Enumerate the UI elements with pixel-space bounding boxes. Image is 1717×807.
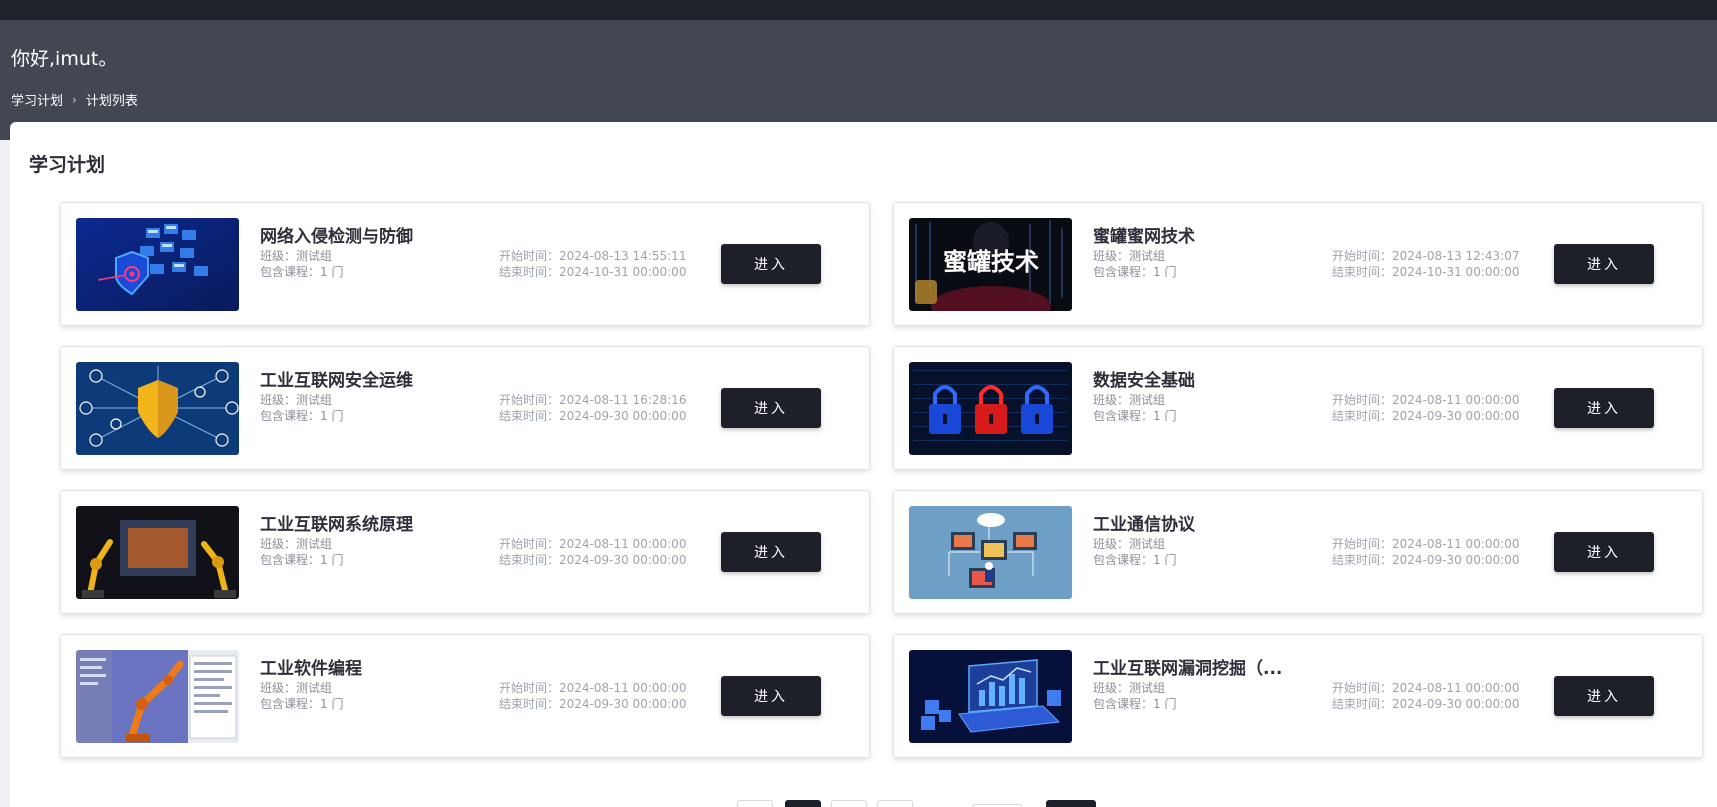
plan-class-course: 班级：测试组 包含课程：1 门 <box>1093 536 1176 568</box>
plan-title: 工业软件编程 <box>260 659 362 679</box>
thumb-caption: 蜜罐技术 <box>943 248 1039 276</box>
plan-start-time: 开始时间：2024-08-13 14:55:11 <box>499 249 687 263</box>
plan-title: 工业互联网安全运维 <box>260 371 413 391</box>
plan-title: 工业互联网系统原理 <box>260 515 413 535</box>
pagination-prev-button[interactable] <box>737 800 773 807</box>
plan-class-course: 班级：测试组 包含课程：1 门 <box>260 392 343 424</box>
enter-button[interactable]: 进入 <box>1554 532 1654 572</box>
honeypot-image: 蜜罐技术 <box>909 218 1072 311</box>
breadcrumb-item-study-plan[interactable]: 学习计划 <box>11 90 63 109</box>
plan-end-time: 结束时间：2024-09-30 00:00:00 <box>499 697 687 711</box>
plan-class-course: 班级：测试组 包含课程：1 门 <box>260 680 343 712</box>
plan-end-time: 结束时间：2024-09-30 00:00:00 <box>499 409 687 423</box>
golden-shield-network-image <box>76 362 239 455</box>
page-title: 学习计划 <box>29 154 106 176</box>
enter-button[interactable]: 进入 <box>1554 244 1654 284</box>
plan-card: 工业互联网系统原理 班级：测试组 包含课程：1 门 开始时间：2024-08-1… <box>60 490 870 614</box>
plan-class: 班级：测试组 <box>1093 537 1166 551</box>
plan-dates: 开始时间：2024-08-11 00:00:00 结束时间：2024-09-30… <box>1332 680 1519 712</box>
laptop-data-image <box>909 650 1072 743</box>
chevron-right-icon: › <box>72 92 77 107</box>
plan-class: 班级：测试组 <box>1093 681 1166 695</box>
plan-class-course: 班级：测试组 包含课程：1 门 <box>260 536 343 568</box>
plan-card: 数据安全基础 班级：测试组 包含课程：1 门 开始时间：2024-08-11 0… <box>893 346 1703 470</box>
plan-dates: 开始时间：2024-08-13 14:55:11 结束时间：2024-10-31… <box>499 248 686 280</box>
plan-class: 班级：测试组 <box>260 537 333 551</box>
shield-server-image <box>76 218 239 311</box>
plan-course-count: 包含课程：1 门 <box>1093 553 1177 567</box>
plan-card: 蜜罐技术 蜜罐蜜网技术 班级：测试组 包含课程：1 门 开始时间：2024-08… <box>893 202 1703 326</box>
plan-class: 班级：测试组 <box>260 249 333 263</box>
greeting-text: 你好,imut。 <box>11 48 118 70</box>
pagination-page[interactable] <box>831 800 867 807</box>
plan-end-time: 结束时间：2024-10-31 00:00:00 <box>1332 265 1520 279</box>
plan-start-time: 开始时间：2024-08-11 00:00:00 <box>499 537 687 551</box>
enter-button[interactable]: 进入 <box>1554 676 1654 716</box>
robot-software-image <box>76 650 239 743</box>
enter-button[interactable]: 进入 <box>721 676 821 716</box>
enter-button[interactable]: 进入 <box>721 532 821 572</box>
plan-class: 班级：测试组 <box>260 681 333 695</box>
plan-start-time: 开始时间：2024-08-13 12:43:07 <box>1332 249 1520 263</box>
breadcrumb: 学习计划 › 计划列表 <box>11 90 138 110</box>
plan-title: 工业通信协议 <box>1093 515 1195 535</box>
padlocks-image <box>909 362 1072 455</box>
plan-class: 班级：测试组 <box>1093 393 1166 407</box>
pagination-go-button[interactable] <box>1046 800 1096 807</box>
plan-class-course: 班级：测试组 包含课程：1 门 <box>1093 392 1176 424</box>
plan-dates: 开始时间：2024-08-13 12:43:07 结束时间：2024-10-31… <box>1332 248 1519 280</box>
robot-arms-image <box>76 506 239 599</box>
plan-title: 工业互联网漏洞挖掘（... <box>1093 659 1283 679</box>
plan-class-course: 班级：测试组 包含课程：1 门 <box>260 248 343 280</box>
plan-class-course: 班级：测试组 包含课程：1 门 <box>1093 248 1176 280</box>
pagination-page-current[interactable] <box>785 800 821 807</box>
plan-card: 工业通信协议 班级：测试组 包含课程：1 门 开始时间：2024-08-11 0… <box>893 490 1703 614</box>
plan-dates: 开始时间：2024-08-11 16:28:16 结束时间：2024-09-30… <box>499 392 686 424</box>
plan-course-count: 包含课程：1 门 <box>260 697 344 711</box>
plan-title: 蜜罐蜜网技术 <box>1093 227 1195 247</box>
network-devices-image <box>909 506 1072 599</box>
plan-card: 工业软件编程 班级：测试组 包含课程：1 门 开始时间：2024-08-11 0… <box>60 634 870 758</box>
plan-start-time: 开始时间：2024-08-11 00:00:00 <box>1332 393 1520 407</box>
plan-end-time: 结束时间：2024-10-31 00:00:00 <box>499 265 687 279</box>
plan-course-count: 包含课程：1 门 <box>1093 265 1177 279</box>
breadcrumb-item-plan-list: 计划列表 <box>85 94 138 109</box>
pagination-next-button[interactable] <box>877 800 913 807</box>
plan-course-count: 包含课程：1 门 <box>260 265 344 279</box>
plan-start-time: 开始时间：2024-08-11 00:00:00 <box>1332 537 1520 551</box>
plan-class: 班级：测试组 <box>1093 249 1166 263</box>
plan-course-count: 包含课程：1 门 <box>260 409 344 423</box>
plan-card: 网络入侵检测与防御 班级：测试组 包含课程：1 门 开始时间：2024-08-1… <box>60 202 870 326</box>
plan-title: 网络入侵检测与防御 <box>260 227 413 247</box>
plan-end-time: 结束时间：2024-09-30 00:00:00 <box>1332 697 1520 711</box>
plan-dates: 开始时间：2024-08-11 00:00:00 结束时间：2024-09-30… <box>1332 392 1519 424</box>
plan-class: 班级：测试组 <box>260 393 333 407</box>
plan-start-time: 开始时间：2024-08-11 00:00:00 <box>1332 681 1520 695</box>
plan-start-time: 开始时间：2024-08-11 00:00:00 <box>499 681 687 695</box>
plan-title: 数据安全基础 <box>1093 371 1195 391</box>
plan-course-count: 包含课程：1 门 <box>260 553 344 567</box>
plan-end-time: 结束时间：2024-09-30 00:00:00 <box>499 553 687 567</box>
plan-course-count: 包含课程：1 门 <box>1093 697 1177 711</box>
plan-start-time: 开始时间：2024-08-11 16:28:16 <box>499 393 687 407</box>
enter-button[interactable]: 进入 <box>721 388 821 428</box>
plan-class-course: 班级：测试组 包含课程：1 门 <box>1093 680 1176 712</box>
plan-dates: 开始时间：2024-08-11 00:00:00 结束时间：2024-09-30… <box>1332 536 1519 568</box>
plan-end-time: 结束时间：2024-09-30 00:00:00 <box>1332 409 1520 423</box>
plan-card: 工业互联网安全运维 班级：测试组 包含课程：1 门 开始时间：2024-08-1… <box>60 346 870 470</box>
top-bar <box>0 0 1717 20</box>
plan-dates: 开始时间：2024-08-11 00:00:00 结束时间：2024-09-30… <box>499 536 686 568</box>
content-panel: 学习计划 网络入侵检测与防御 班级：测试组 包含课程：1 门 开始时间：2024… <box>10 122 1717 807</box>
enter-button[interactable]: 进入 <box>1554 388 1654 428</box>
plan-course-count: 包含课程：1 门 <box>1093 409 1177 423</box>
enter-button[interactable]: 进入 <box>721 244 821 284</box>
plan-dates: 开始时间：2024-08-11 00:00:00 结束时间：2024-09-30… <box>499 680 686 712</box>
plan-card: 工业互联网漏洞挖掘（... 班级：测试组 包含课程：1 门 开始时间：2024-… <box>893 634 1703 758</box>
plan-end-time: 结束时间：2024-09-30 00:00:00 <box>1332 553 1520 567</box>
